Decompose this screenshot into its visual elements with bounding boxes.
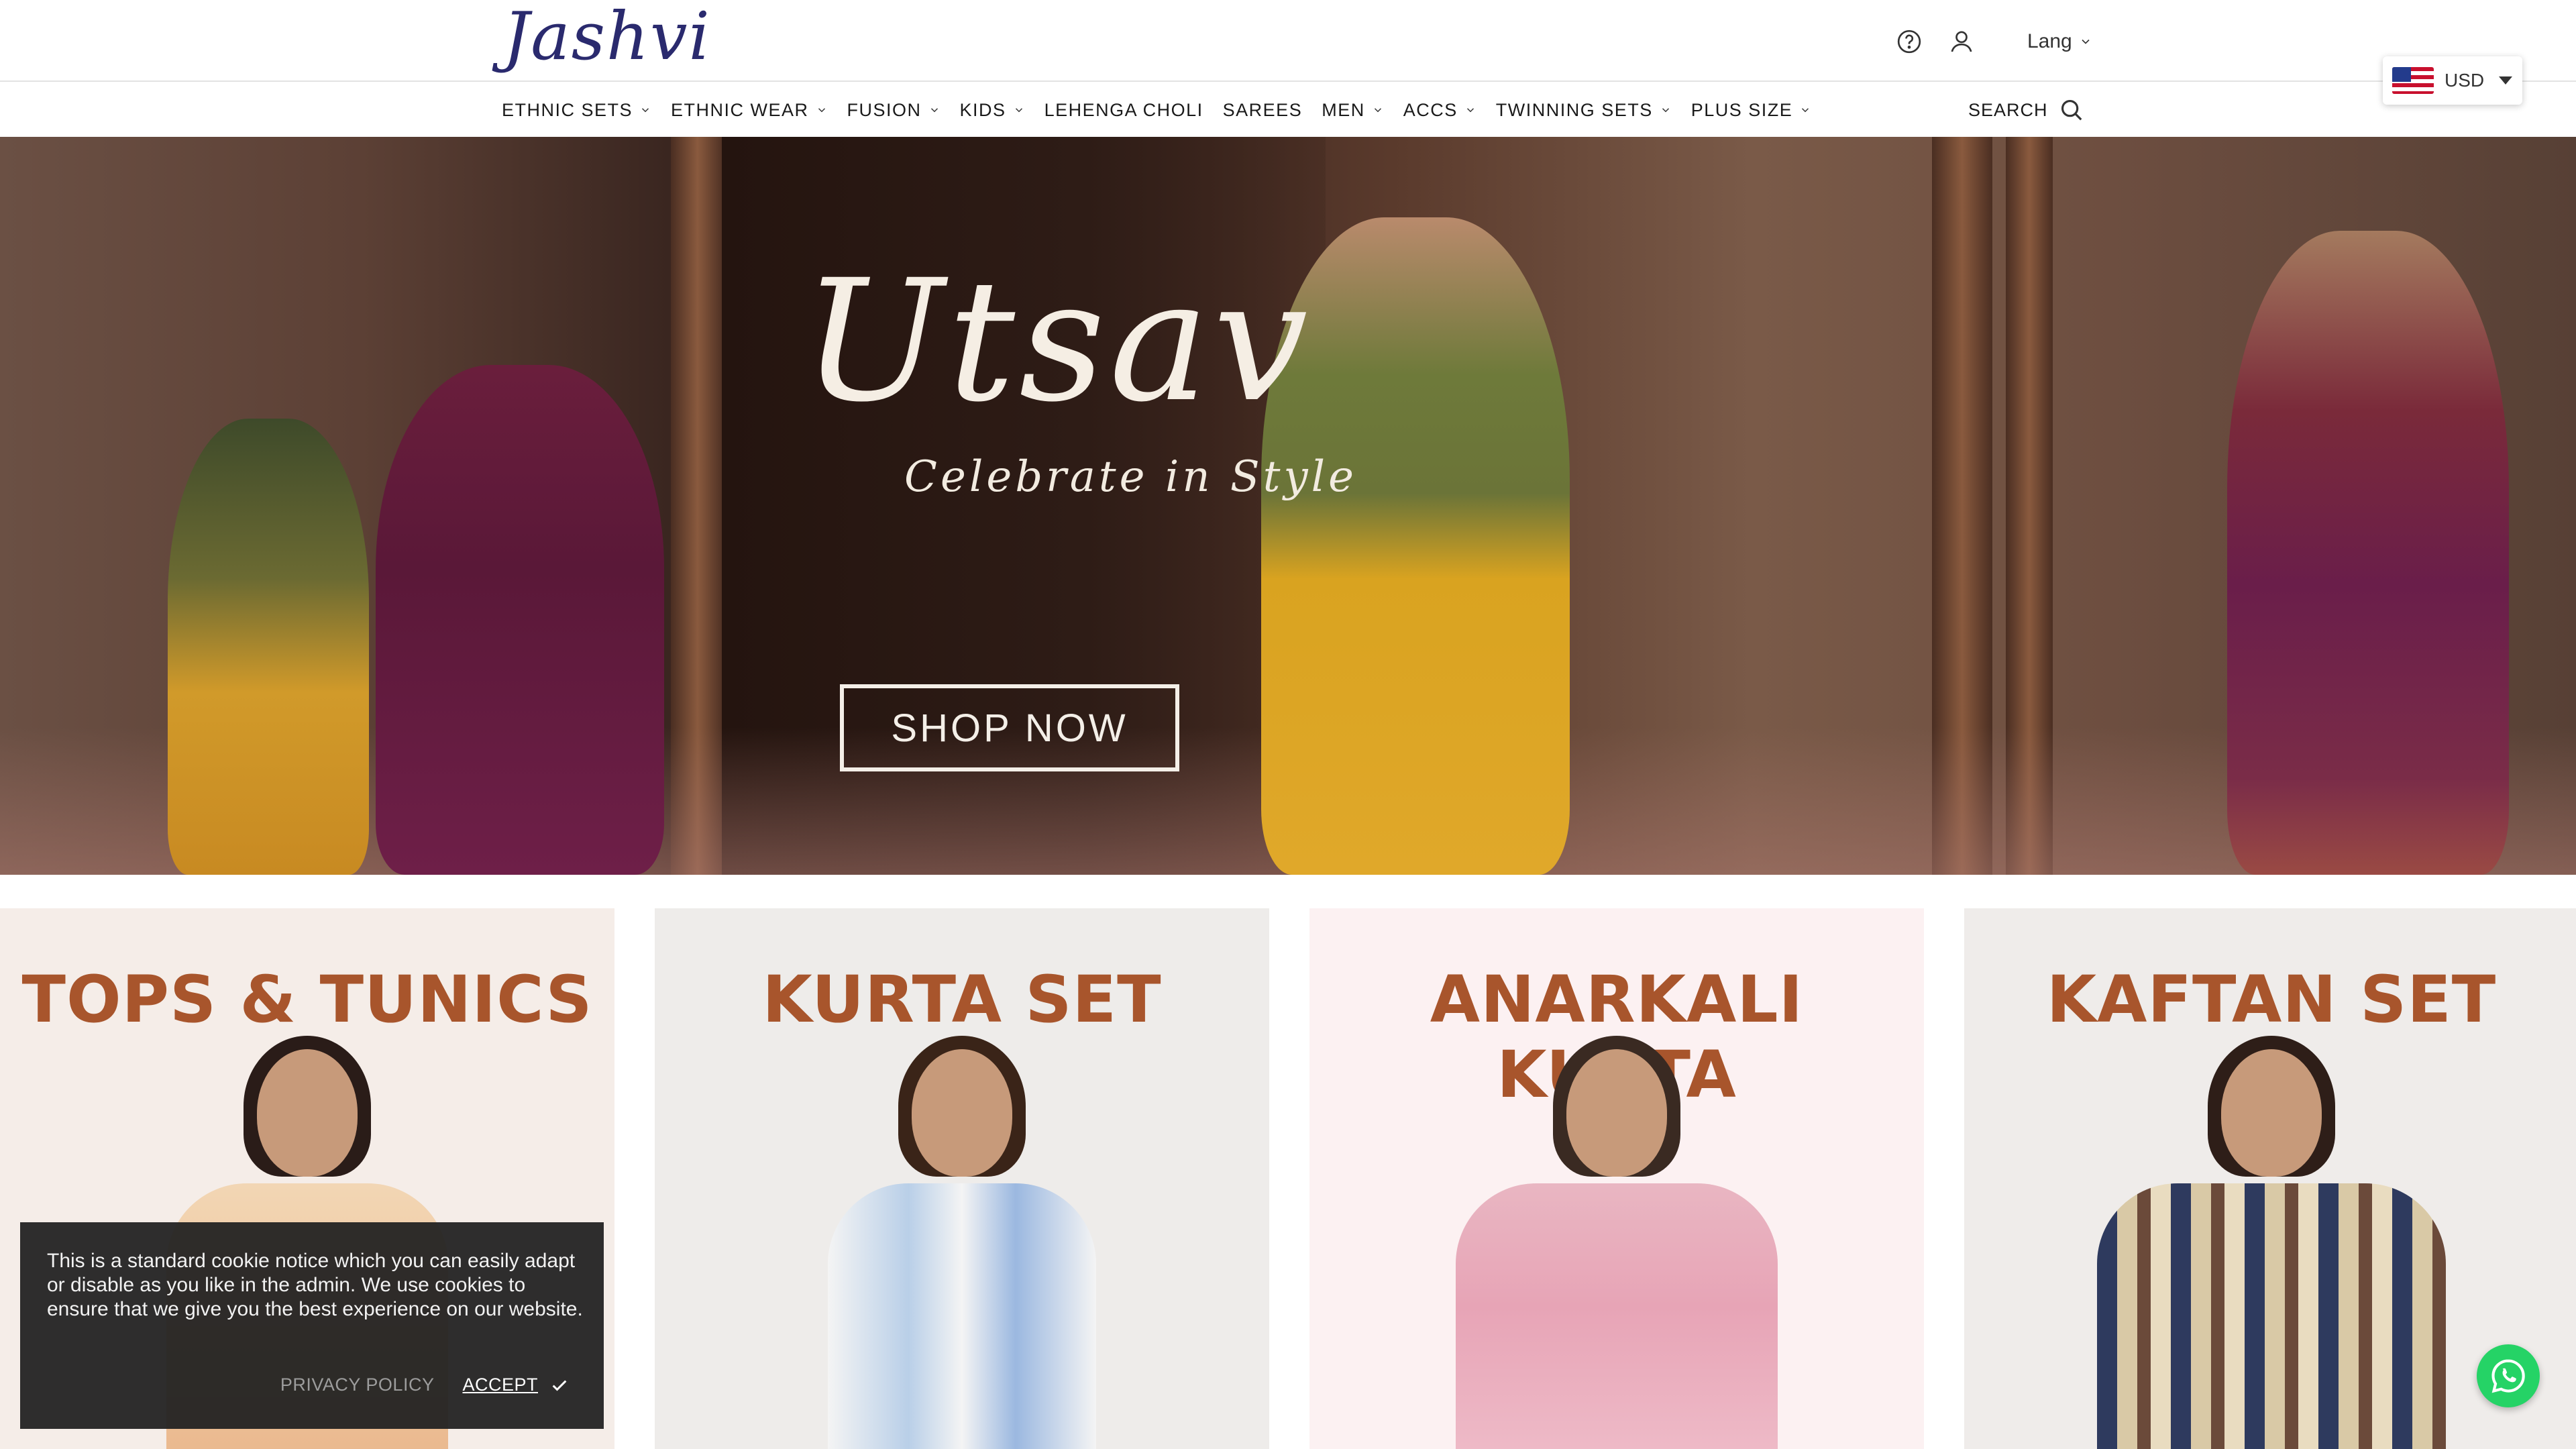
nav-item-ethnic-sets[interactable]: ETHNIC SETS xyxy=(502,100,651,121)
language-selector[interactable]: Lang xyxy=(2027,30,2092,53)
model-face xyxy=(912,1049,1012,1177)
category-model-image xyxy=(828,1036,1096,1449)
caret-down-icon xyxy=(2499,76,2513,85)
search-button[interactable]: SEARCH xyxy=(1968,83,2084,137)
nav-item-kids[interactable]: KIDS xyxy=(960,100,1025,121)
shop-now-button[interactable]: SHOP NOW xyxy=(840,684,1179,771)
hero-model-figure xyxy=(168,419,369,875)
nav-item-plus-size[interactable]: PLUS SIZE xyxy=(1691,100,1812,121)
accept-label: ACCEPT xyxy=(462,1375,538,1395)
currency-code: USD xyxy=(2445,70,2485,91)
nav-item-lehenga-choli[interactable]: LEHENGA CHOLI xyxy=(1044,100,1203,121)
nav-item-label: TWINNING SETS xyxy=(1495,99,1653,120)
cookie-message: This is a standard cookie notice which y… xyxy=(47,1250,583,1320)
nav-item-fusion[interactable]: FUSION xyxy=(847,100,941,121)
model-outfit xyxy=(828,1183,1096,1449)
nav-item-label: KIDS xyxy=(959,99,1006,120)
checkmark-icon xyxy=(552,1380,567,1391)
chevron-down-icon xyxy=(930,108,938,113)
category-title: KURTA SET xyxy=(762,962,1162,1037)
model-face xyxy=(257,1049,358,1177)
nav-item-accs[interactable]: ACCS xyxy=(1403,100,1477,121)
currency-selector[interactable]: USD xyxy=(2383,56,2522,105)
chevron-down-icon xyxy=(2082,39,2090,44)
nav-item-ethnic-wear[interactable]: ETHNIC WEAR xyxy=(671,100,828,121)
main-nav: ETHNIC SETS ETHNIC WEAR FUSION KIDS LEHENGA … xyxy=(0,83,2576,137)
language-label: Lang xyxy=(2027,30,2072,52)
top-header: Jashvi Lang xyxy=(0,0,2576,82)
hero-banner[interactable]: Utsav Celebrate in Style SHOP NOW xyxy=(0,137,2576,875)
category-model-image xyxy=(1456,1036,1778,1449)
chevron-down-icon xyxy=(642,108,649,113)
help-icon[interactable] xyxy=(1893,25,1925,58)
nav-menu: ETHNIC SETS ETHNIC WEAR FUSION KIDS LEHENGA … xyxy=(502,83,1831,137)
hero-model-figure xyxy=(376,365,664,875)
nav-item-label: SAREES xyxy=(1222,99,1303,120)
nav-item-label: ETHNIC WEAR xyxy=(671,99,809,120)
accept-cookies-button[interactable]: ACCEPT xyxy=(462,1375,569,1395)
header-actions: Lang xyxy=(1893,21,2092,62)
chevron-down-icon xyxy=(818,108,825,113)
search-label: SEARCH xyxy=(1968,99,2048,120)
nav-item-twinning-sets[interactable]: TWINNING SETS xyxy=(1496,100,1672,121)
category-title: KAFTAN SET xyxy=(2046,962,2497,1037)
category-model-image xyxy=(2097,1036,2446,1449)
model-face xyxy=(2221,1049,2322,1177)
cookie-notice: This is a standard cookie notice which y… xyxy=(20,1222,604,1429)
whatsapp-chat-button[interactable] xyxy=(2477,1344,2540,1407)
hero-subtitle: Celebrate in Style xyxy=(904,452,1357,502)
nav-item-label: PLUS SIZE xyxy=(1690,99,1793,120)
cookie-actions: PRIVACY POLICY ACCEPT xyxy=(280,1375,569,1395)
category-card-kurta-set[interactable]: KURTA SET xyxy=(655,908,1269,1449)
brand-logo[interactable]: Jashvi xyxy=(503,3,711,72)
hero-title: Utsav xyxy=(802,244,1312,439)
hero-model-figure xyxy=(2227,231,2509,875)
whatsapp-icon xyxy=(2491,1359,2525,1393)
chevron-down-icon xyxy=(1802,108,1809,113)
nav-item-label: ETHNIC SETS xyxy=(502,99,633,120)
category-title: TOPS & TUNICS xyxy=(21,962,593,1037)
us-flag-icon xyxy=(2392,67,2434,94)
category-card-anarkali-kurta[interactable]: ANARKALI KURTA xyxy=(1309,908,1924,1449)
chevron-down-icon xyxy=(1374,108,1381,113)
chevron-down-icon xyxy=(1466,108,1474,113)
nav-item-label: LEHENGA CHOLI xyxy=(1044,99,1203,120)
nav-item-sarees[interactable]: SAREES xyxy=(1223,100,1303,121)
nav-item-label: MEN xyxy=(1322,99,1365,120)
privacy-policy-link[interactable]: PRIVACY POLICY xyxy=(280,1375,435,1395)
chevron-down-icon xyxy=(1662,108,1669,113)
model-outfit xyxy=(1456,1183,1778,1449)
nav-item-label: ACCS xyxy=(1403,99,1458,120)
model-face xyxy=(1566,1049,1667,1177)
nav-item-men[interactable]: MEN xyxy=(1322,100,1384,121)
chevron-down-icon xyxy=(1015,108,1022,113)
nav-item-label: FUSION xyxy=(847,99,922,120)
model-outfit xyxy=(2097,1183,2446,1449)
account-icon[interactable] xyxy=(1945,25,1978,58)
search-icon xyxy=(2061,99,2082,121)
